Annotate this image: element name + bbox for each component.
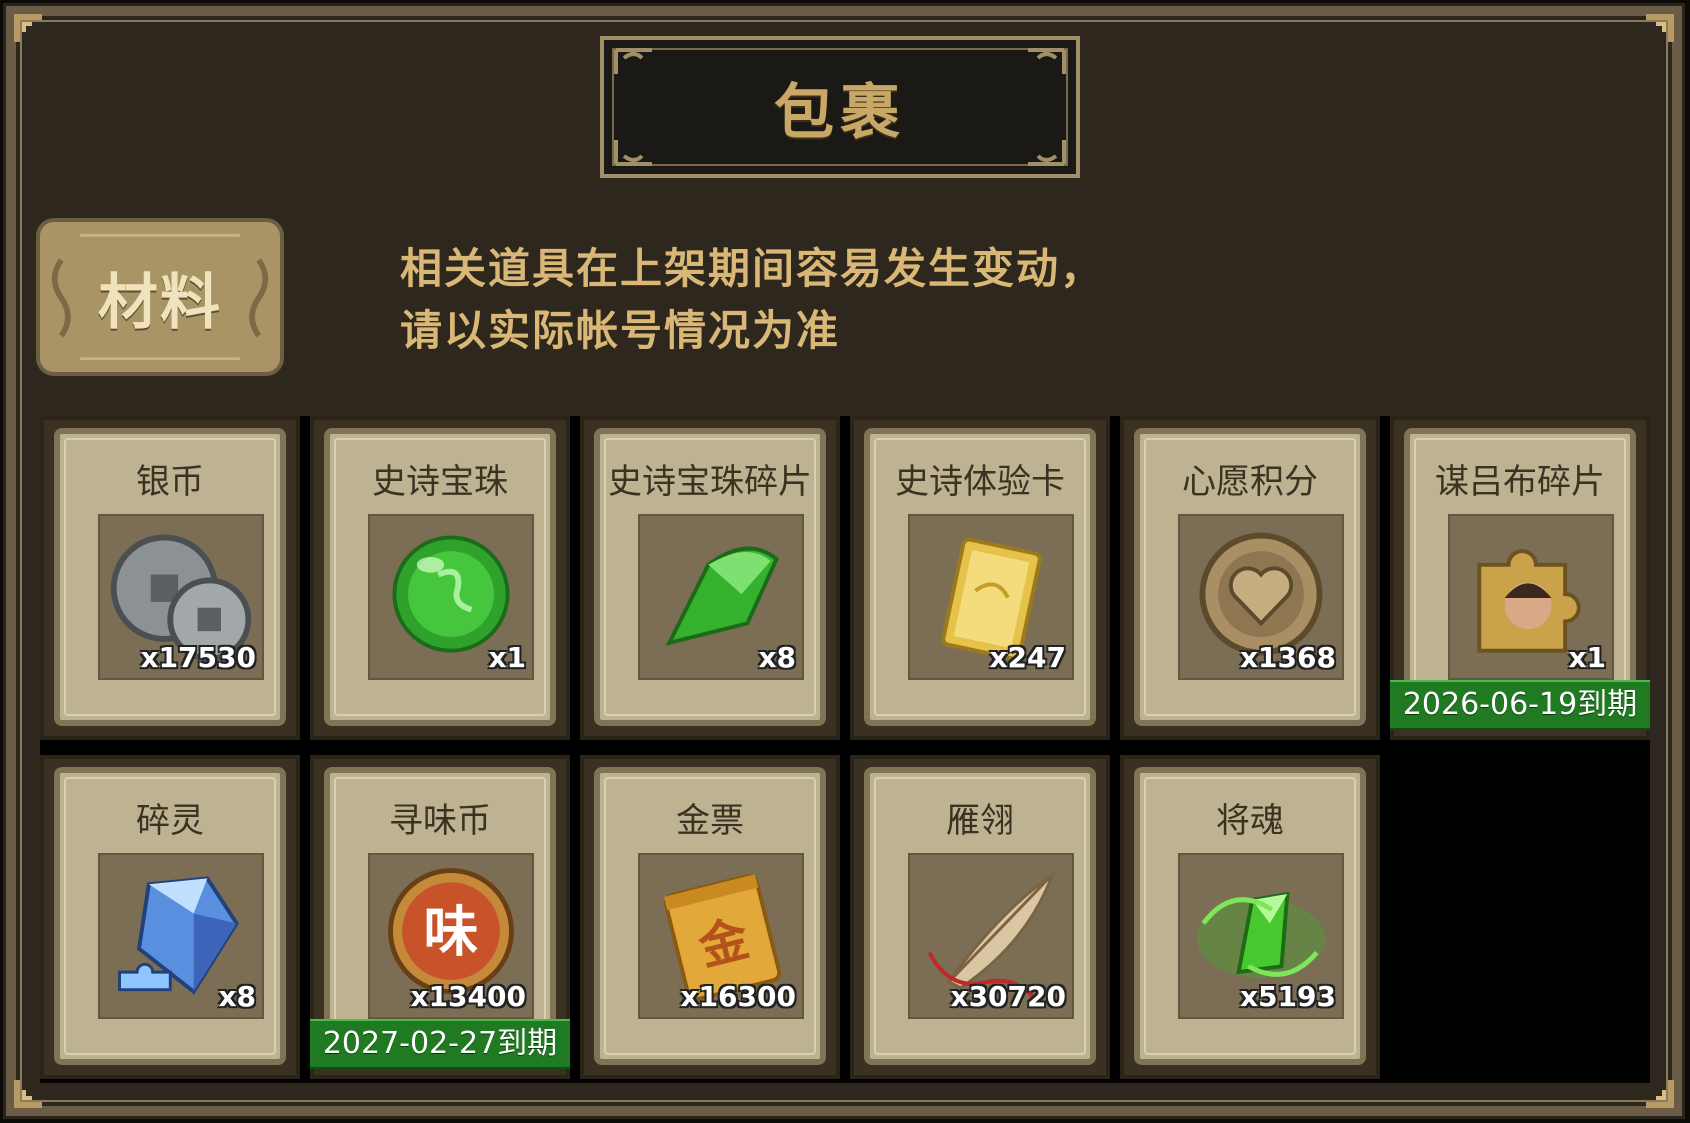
item-quantity: x30720	[950, 980, 1066, 1013]
corner-ornament-icon	[12, 12, 46, 46]
item-quantity: x5193	[1240, 980, 1336, 1013]
plate-ornament-icon	[1008, 46, 1068, 80]
item-quantity: x247	[989, 641, 1066, 674]
item-name: 史诗宝珠	[372, 462, 508, 502]
notice-text: 相关道具在上架期间容易发生变动， 请以实际帐号情况为准	[400, 238, 1160, 362]
item-name: 碎灵	[136, 801, 204, 841]
item-quantity: x8	[218, 980, 256, 1013]
silver-coin-icon: x17530	[98, 514, 264, 680]
item-card-general-soul[interactable]: 将魂 x5193	[1120, 755, 1380, 1079]
item-card-lubu-fragment[interactable]: 谋吕布碎片 x1 2026-06-19到期	[1390, 416, 1650, 740]
item-quantity: x16300	[680, 980, 796, 1013]
item-quantity: x17530	[140, 641, 256, 674]
tab-materials-label: 材料	[98, 267, 222, 338]
plate-ornament-icon	[612, 46, 672, 80]
item-card-taste-coin[interactable]: 寻味币 味 x13400 2027-02-27到期	[310, 755, 570, 1079]
item-name: 金票	[676, 801, 744, 841]
notice-line-2: 请以实际帐号情况为准	[400, 306, 841, 355]
green-shard-icon: x8	[638, 514, 804, 680]
item-card-epic-trial-card[interactable]: 史诗体验卡 x247	[850, 416, 1110, 740]
blue-crystal-icon: x8	[98, 853, 264, 1019]
taste-coin-icon: 味 x13400	[368, 853, 534, 1019]
item-grid: 银币 x17530 史诗宝珠 x1 史诗宝珠碎片 x8 史诗体验卡 x247 心…	[40, 416, 1650, 1083]
item-name: 将魂	[1216, 801, 1284, 841]
gold-card-icon: x247	[908, 514, 1074, 680]
green-soul-crystal-icon: x5193	[1178, 853, 1344, 1019]
gold-ticket-icon: 金 x16300	[638, 853, 804, 1019]
item-name: 史诗宝珠碎片	[608, 462, 812, 502]
page-title: 包裹	[774, 77, 906, 148]
item-quantity: x1368	[1240, 641, 1336, 674]
title-plate: 包裹	[600, 36, 1080, 178]
item-name: 雁翎	[946, 801, 1014, 841]
green-orb-icon: x1	[368, 514, 534, 680]
feather-icon: x30720	[908, 853, 1074, 1019]
coin-glyph: 味	[424, 900, 479, 964]
hero-puzzle-piece-icon: x1	[1448, 514, 1614, 680]
item-quantity: x8	[758, 641, 796, 674]
notice-line-1: 相关道具在上架期间容易发生变动，	[400, 244, 1105, 293]
item-quantity: x13400	[410, 980, 526, 1013]
item-quantity: x1	[488, 641, 526, 674]
plate-ornament-icon	[612, 134, 672, 168]
item-card-wish-points[interactable]: 心愿积分 x1368	[1120, 416, 1380, 740]
item-card-goose-feather[interactable]: 雁翎 x30720	[850, 755, 1110, 1079]
item-name: 心愿积分	[1182, 462, 1318, 502]
expiry-banner: 2026-06-19到期	[1390, 680, 1650, 730]
corner-ornament-icon	[1642, 12, 1676, 46]
tab-materials[interactable]: 材料	[36, 218, 284, 376]
item-quantity: x1	[1568, 641, 1606, 674]
expiry-banner: 2027-02-27到期	[310, 1019, 570, 1069]
item-card-silver-coin[interactable]: 银币 x17530	[40, 416, 300, 740]
item-name: 银币	[136, 462, 204, 502]
item-card-spirit-shard[interactable]: 碎灵 x8	[40, 755, 300, 1079]
item-name: 谋吕布碎片	[1435, 462, 1605, 502]
item-card-epic-orb[interactable]: 史诗宝珠 x1	[310, 416, 570, 740]
item-card-gold-ticket[interactable]: 金票 金 x16300	[580, 755, 840, 1079]
item-name: 史诗体验卡	[895, 462, 1065, 502]
item-card-epic-orb-shard[interactable]: 史诗宝珠碎片 x8	[580, 416, 840, 740]
item-name: 寻味币	[389, 801, 491, 841]
plate-ornament-icon	[1008, 134, 1068, 168]
heart-coin-icon: x1368	[1178, 514, 1344, 680]
